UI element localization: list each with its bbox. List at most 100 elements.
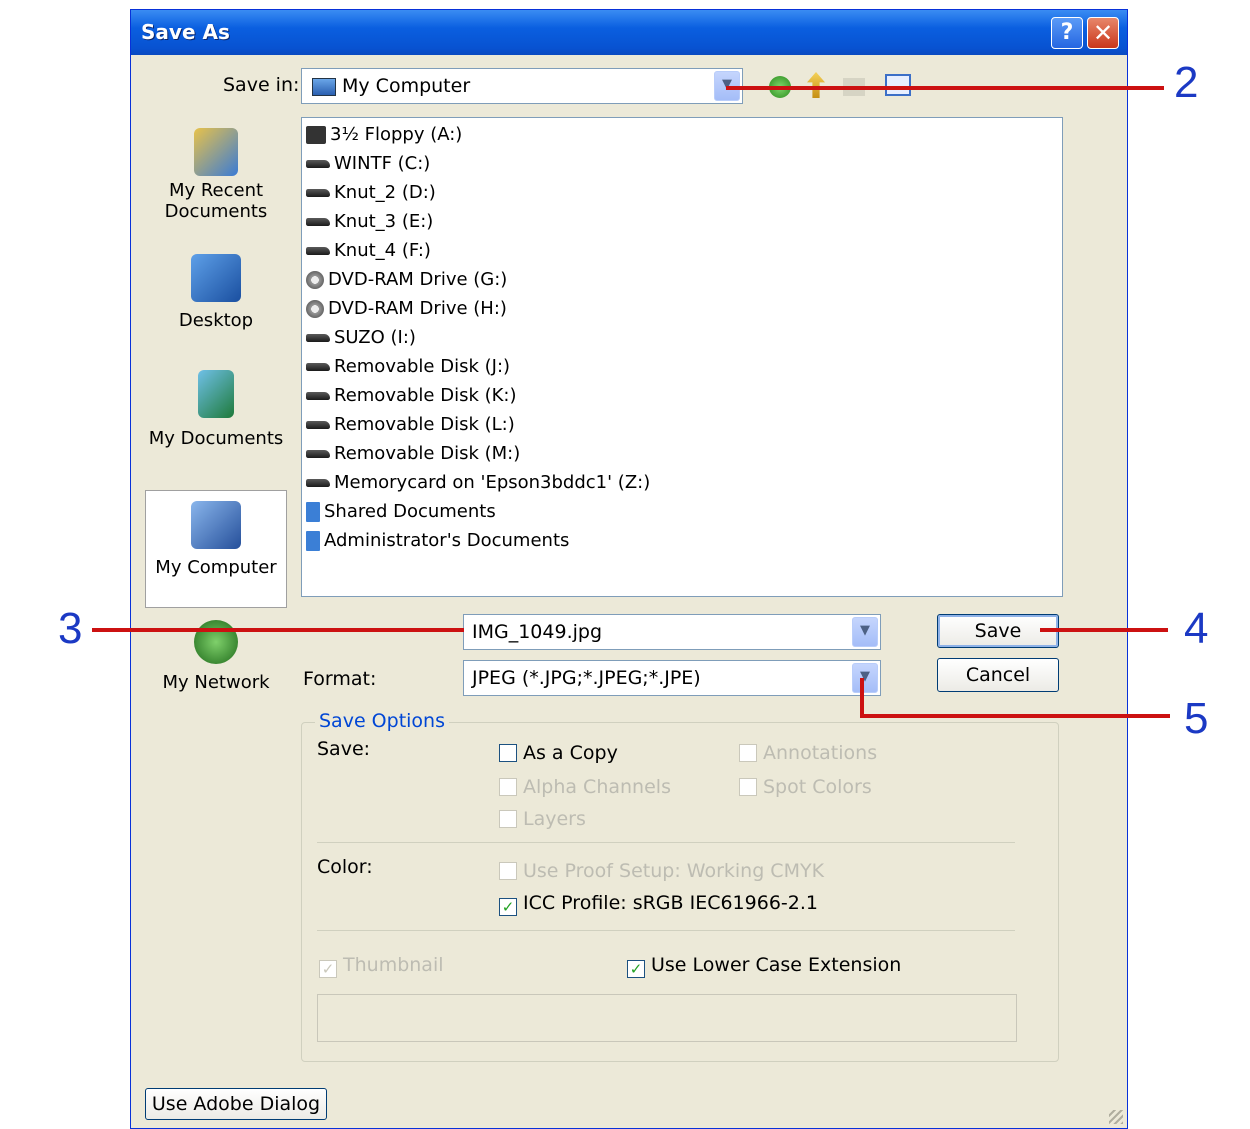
list-item-label: Administrator's Documents <box>324 530 570 551</box>
drive-icon <box>306 392 330 400</box>
up-folder-icon[interactable] <box>807 72 825 98</box>
spot-colors-label: Spot Colors <box>763 776 872 798</box>
list-item[interactable]: DVD-RAM Drive (G:) <box>306 269 507 295</box>
callout-number-2: 2 <box>1174 58 1199 107</box>
chevron-down-icon[interactable]: ▼ <box>852 617 878 647</box>
file-name-value: IMG_1049.jpg <box>472 621 603 643</box>
place-my-recent-documents[interactable]: My Recent Documents <box>145 128 287 238</box>
places-bar: My Recent Documents Desktop My Documents… <box>145 118 287 698</box>
save-in-label: Save in: <box>223 74 300 96</box>
checkmark-icon: ✓ <box>627 960 645 978</box>
callout-line-5-vertical <box>860 678 864 718</box>
layers-checkbox[interactable]: Layers <box>499 808 586 830</box>
drive-icon <box>306 334 330 342</box>
icc-profile-label: ICC Profile: sRGB IEC61966-2.1 <box>523 892 818 914</box>
list-item-label: Removable Disk (J:) <box>334 356 511 377</box>
list-item[interactable]: Administrator's Documents <box>306 530 569 556</box>
place-label: Desktop <box>178 310 254 331</box>
place-label: My Documents <box>148 428 284 449</box>
list-item[interactable]: Knut_4 (F:) <box>306 240 431 266</box>
computer-icon <box>312 78 336 96</box>
folder-icon <box>306 531 320 551</box>
list-item-label: Removable Disk (K:) <box>334 385 517 406</box>
list-item[interactable]: Knut_2 (D:) <box>306 182 436 208</box>
list-item[interactable]: Memorycard on 'Epson3bddc1' (Z:) <box>306 472 650 498</box>
place-my-network[interactable]: My Network <box>145 620 287 700</box>
view-menu-icon[interactable] <box>885 74 911 96</box>
lower-case-extension-label: Use Lower Case Extension <box>651 954 902 976</box>
cancel-button[interactable]: Cancel <box>937 658 1059 692</box>
my-documents-icon <box>198 370 234 418</box>
list-item-label: DVD-RAM Drive (H:) <box>328 298 507 319</box>
desktop-icon <box>191 254 241 302</box>
checkmark-icon: ✓ <box>499 898 517 916</box>
as-a-copy-checkbox[interactable]: As a Copy <box>499 742 618 764</box>
list-item[interactable]: WINTF (C:) <box>306 153 430 179</box>
resize-grip-icon[interactable] <box>1109 1110 1123 1124</box>
thumbnail-label: Thumbnail <box>343 954 444 976</box>
recent-documents-icon <box>194 128 238 176</box>
callout-number-3: 3 <box>58 604 83 653</box>
chevron-down-icon[interactable]: ▼ <box>852 663 878 693</box>
callout-line-5 <box>860 714 1170 718</box>
place-my-documents[interactable]: My Documents <box>145 370 287 480</box>
spot-colors-checkbox[interactable]: Spot Colors <box>739 776 872 798</box>
save-in-value: My Computer <box>342 75 471 97</box>
save-options-legend: Save Options <box>315 710 449 732</box>
my-network-icon <box>194 620 238 664</box>
list-item[interactable]: 3½ Floppy (A:) <box>306 124 462 150</box>
use-proof-setup-checkbox[interactable]: Use Proof Setup: Working CMYK <box>499 860 824 882</box>
place-desktop[interactable]: Desktop <box>145 254 287 354</box>
divider <box>317 930 1015 931</box>
list-item-label: Knut_3 (E:) <box>334 211 434 232</box>
file-list[interactable]: 3½ Floppy (A:) WINTF (C:) Knut_2 (D:) Knut_… <box>301 117 1063 597</box>
list-item[interactable]: Shared Documents <box>306 501 496 527</box>
callout-number-4: 4 <box>1184 604 1209 653</box>
list-item[interactable]: Removable Disk (J:) <box>306 356 510 382</box>
format-dropdown[interactable]: JPEG (*.JPG;*.JPEG;*.JPE) ▼ <box>463 660 881 696</box>
save-as-dialog: Save As ? ✕ Save in: My Computer ▼ My Re… <box>130 9 1128 1129</box>
list-item-label: Shared Documents <box>324 501 496 522</box>
list-item-label: Memorycard on 'Epson3bddc1' (Z:) <box>334 472 651 493</box>
title-bar[interactable]: Save As ? ✕ <box>131 10 1127 55</box>
list-item[interactable]: Removable Disk (K:) <box>306 385 517 411</box>
alpha-channels-checkbox[interactable]: Alpha Channels <box>499 776 671 798</box>
list-item-label: Knut_4 (F:) <box>334 240 431 261</box>
alpha-channels-label: Alpha Channels <box>523 776 671 798</box>
drive-icon <box>306 363 330 371</box>
floppy-icon <box>306 126 326 144</box>
list-item[interactable]: Removable Disk (L:) <box>306 414 515 440</box>
drive-icon <box>306 450 330 458</box>
drive-icon <box>306 218 330 226</box>
drive-icon <box>306 189 330 197</box>
place-my-computer[interactable]: My Computer <box>145 490 287 608</box>
list-item[interactable]: DVD-RAM Drive (H:) <box>306 298 507 324</box>
file-name-input[interactable]: IMG_1049.jpg ▼ <box>463 614 881 650</box>
drive-icon <box>306 421 330 429</box>
window-title: Save As <box>141 20 230 44</box>
folder-icon <box>306 502 320 522</box>
list-item[interactable]: Knut_3 (E:) <box>306 211 433 237</box>
cdrom-icon <box>306 271 324 289</box>
divider <box>317 842 1015 843</box>
annotations-checkbox[interactable]: Annotations <box>739 742 877 764</box>
my-computer-icon <box>191 501 241 549</box>
color-section-label: Color: <box>317 856 373 878</box>
save-section-label: Save: <box>317 738 371 760</box>
icc-profile-checkbox[interactable]: ✓ ICC Profile: sRGB IEC61966-2.1 <box>499 892 818 916</box>
help-button[interactable]: ? <box>1051 17 1083 49</box>
thumbnail-checkbox[interactable]: ✓ Thumbnail <box>319 954 444 978</box>
list-item-label: WINTF (C:) <box>334 153 431 174</box>
callout-line-4 <box>1040 628 1168 632</box>
lower-case-extension-checkbox[interactable]: ✓ Use Lower Case Extension <box>627 954 901 978</box>
callout-line-3 <box>92 628 464 632</box>
format-value: JPEG (*.JPG;*.JPEG;*.JPE) <box>472 667 701 689</box>
list-item[interactable]: Removable Disk (M:) <box>306 443 520 469</box>
place-label: My Recent Documents <box>164 180 268 222</box>
list-item[interactable]: SUZO (I:) <box>306 327 416 353</box>
close-button[interactable]: ✕ <box>1087 17 1119 49</box>
save-in-dropdown[interactable]: My Computer ▼ <box>301 68 743 104</box>
use-adobe-dialog-button[interactable]: Use Adobe Dialog <box>145 1088 327 1120</box>
list-item-label: Knut_2 (D:) <box>334 182 436 203</box>
callout-number-5: 5 <box>1184 694 1209 743</box>
